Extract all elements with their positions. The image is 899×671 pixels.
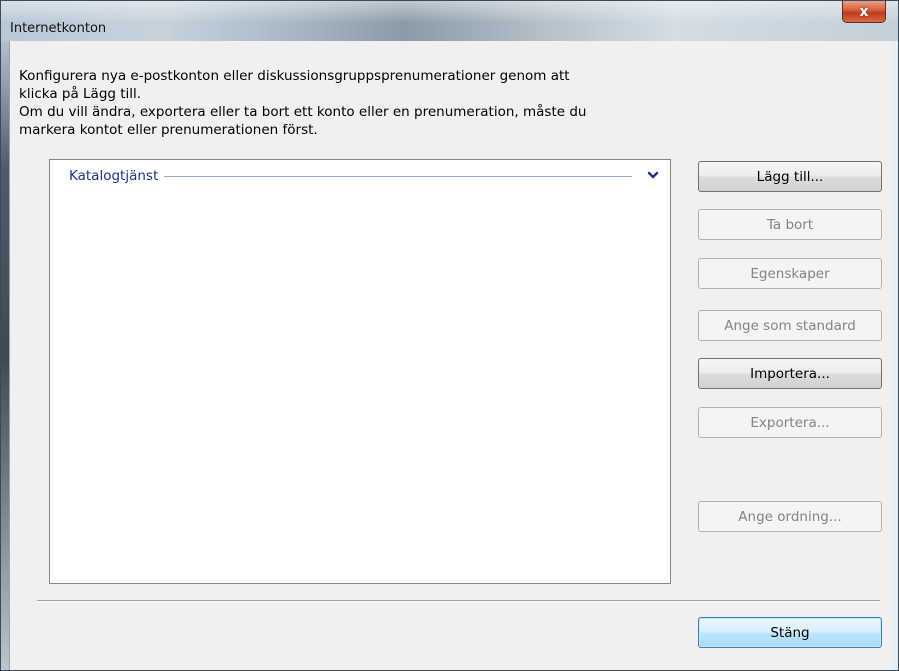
- set-order-button[interactable]: Ange ordning...: [698, 501, 882, 532]
- group-divider-line: [164, 175, 632, 177]
- instructions-line-3: Om du vill ändra, exportera eller ta bor…: [19, 104, 587, 120]
- close-button[interactable]: Stäng: [698, 617, 882, 648]
- window-title: Internetkonton: [10, 21, 107, 36]
- accounts-list[interactable]: Katalogtjänst: [49, 159, 671, 584]
- instructions-line-1: Konfigurera nya e-postkonton eller disku…: [19, 68, 570, 84]
- chevron-down-icon[interactable]: [646, 169, 660, 183]
- import-button[interactable]: Importera...: [698, 358, 882, 389]
- footer-separator: [37, 600, 880, 602]
- properties-button[interactable]: Egenskaper: [698, 258, 882, 289]
- export-button[interactable]: Exportera...: [698, 407, 882, 438]
- internet-accounts-dialog: Internetkonton x Konfigurera nya e-postk…: [0, 0, 899, 671]
- group-label: Katalogtjänst: [69, 168, 159, 184]
- instructions-line-4: markera kontot eller prenumerationen för…: [19, 122, 318, 138]
- instructions-text: Konfigurera nya e-postkonton eller disku…: [19, 67, 689, 139]
- set-default-button[interactable]: Ange som standard: [698, 310, 882, 341]
- add-account-button[interactable]: Lägg till...: [698, 161, 882, 192]
- title-bar-gloss: [1, 1, 898, 21]
- close-icon: x: [859, 3, 869, 20]
- remove-button[interactable]: Ta bort: [698, 209, 882, 240]
- group-header-directory-service[interactable]: Katalogtjänst: [69, 167, 660, 185]
- close-window-button[interactable]: x: [842, 1, 886, 23]
- window-frame-left: [1, 41, 9, 670]
- instructions-line-2: klicka på Lägg till.: [19, 86, 142, 102]
- title-bar[interactable]: Internetkonton x: [1, 1, 898, 41]
